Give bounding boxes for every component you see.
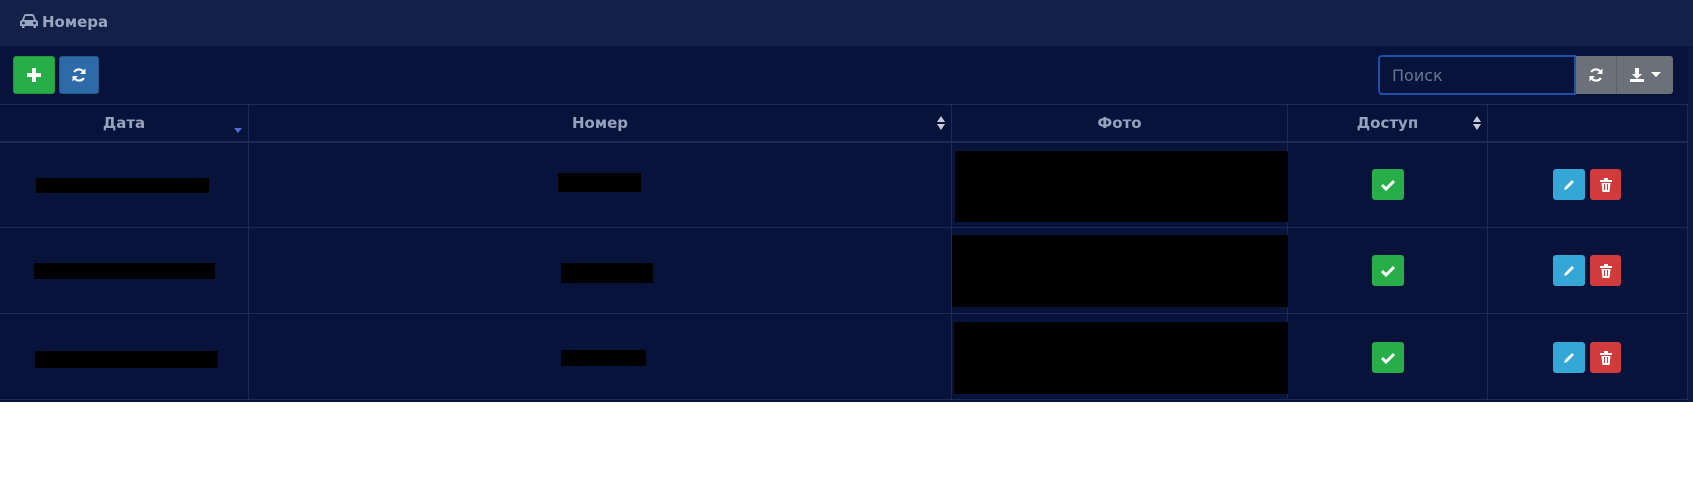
add-button[interactable]: [13, 56, 55, 94]
delete-button[interactable]: [1590, 169, 1621, 200]
caret-down-icon: [1651, 72, 1661, 77]
date-cell: [0, 314, 249, 399]
access-cell: [1288, 314, 1488, 399]
actions-cell: [1488, 142, 1688, 227]
plate-photo[interactable]: [954, 322, 1288, 394]
access-granted-button[interactable]: [1372, 342, 1404, 373]
redacted-date: [35, 351, 218, 368]
redacted-number: [558, 173, 641, 192]
numbers-panel: Номера Поиск Дата Номер Фото Доступ: [0, 0, 1693, 402]
table-header: Дата Номер Фото Доступ: [0, 104, 1688, 143]
trash-icon: [1599, 177, 1612, 192]
plate-photo[interactable]: [955, 151, 1288, 222]
column-header-number[interactable]: Номер: [249, 105, 952, 141]
column-header-date[interactable]: Дата: [0, 105, 249, 141]
sort-icon: [1473, 116, 1481, 130]
delete-button[interactable]: [1590, 342, 1621, 373]
trash-icon: [1599, 263, 1612, 278]
table-refresh-button[interactable]: [1576, 56, 1616, 94]
access-cell: [1288, 142, 1488, 227]
delete-button[interactable]: [1590, 255, 1621, 286]
redacted-number: [561, 350, 646, 366]
actions-cell: [1488, 228, 1688, 313]
pencil-icon: [1564, 352, 1574, 363]
export-dropdown-button[interactable]: [1616, 56, 1673, 94]
photo-cell: [952, 142, 1288, 227]
sort-icon: [937, 116, 945, 130]
panel-heading: Номера: [0, 0, 1693, 47]
refresh-button[interactable]: [59, 56, 99, 94]
trash-icon: [1599, 350, 1612, 365]
photo-cell: [952, 314, 1288, 399]
refresh-icon: [1589, 68, 1603, 82]
pencil-icon: [1564, 265, 1574, 276]
column-header-access[interactable]: Доступ: [1288, 105, 1488, 141]
vertical-scrollbar[interactable]: [1688, 46, 1693, 402]
number-cell: [249, 228, 952, 313]
actions-cell: [1488, 314, 1688, 399]
check-icon: [1381, 179, 1395, 191]
search-input[interactable]: [1378, 55, 1576, 95]
number-cell: [249, 314, 952, 399]
date-cell: [0, 228, 249, 313]
car-icon: [20, 14, 38, 28]
redacted-date: [34, 263, 215, 279]
access-cell: [1288, 228, 1488, 313]
column-header-photo: Фото: [952, 105, 1288, 141]
download-icon: [1630, 68, 1644, 82]
edit-button[interactable]: [1553, 169, 1585, 200]
edit-button[interactable]: [1553, 255, 1585, 286]
table-row: [0, 142, 1688, 228]
photo-cell: [952, 228, 1288, 313]
plus-icon: [27, 68, 41, 82]
access-granted-button[interactable]: [1372, 169, 1404, 200]
table-row: [0, 228, 1688, 314]
check-icon: [1381, 352, 1395, 364]
redacted-number: [561, 263, 653, 283]
column-header-actions: [1488, 105, 1688, 141]
plate-photo[interactable]: [952, 235, 1288, 307]
number-cell: [249, 142, 952, 227]
date-cell: [0, 142, 249, 227]
table-row: [0, 314, 1688, 400]
refresh-icon: [72, 68, 86, 82]
redacted-date: [36, 178, 209, 193]
page-title: Номера: [42, 13, 109, 31]
edit-button[interactable]: [1553, 342, 1585, 373]
pencil-icon: [1564, 179, 1574, 190]
check-icon: [1381, 265, 1395, 277]
sort-desc-icon: [234, 128, 242, 133]
access-granted-button[interactable]: [1372, 255, 1404, 286]
